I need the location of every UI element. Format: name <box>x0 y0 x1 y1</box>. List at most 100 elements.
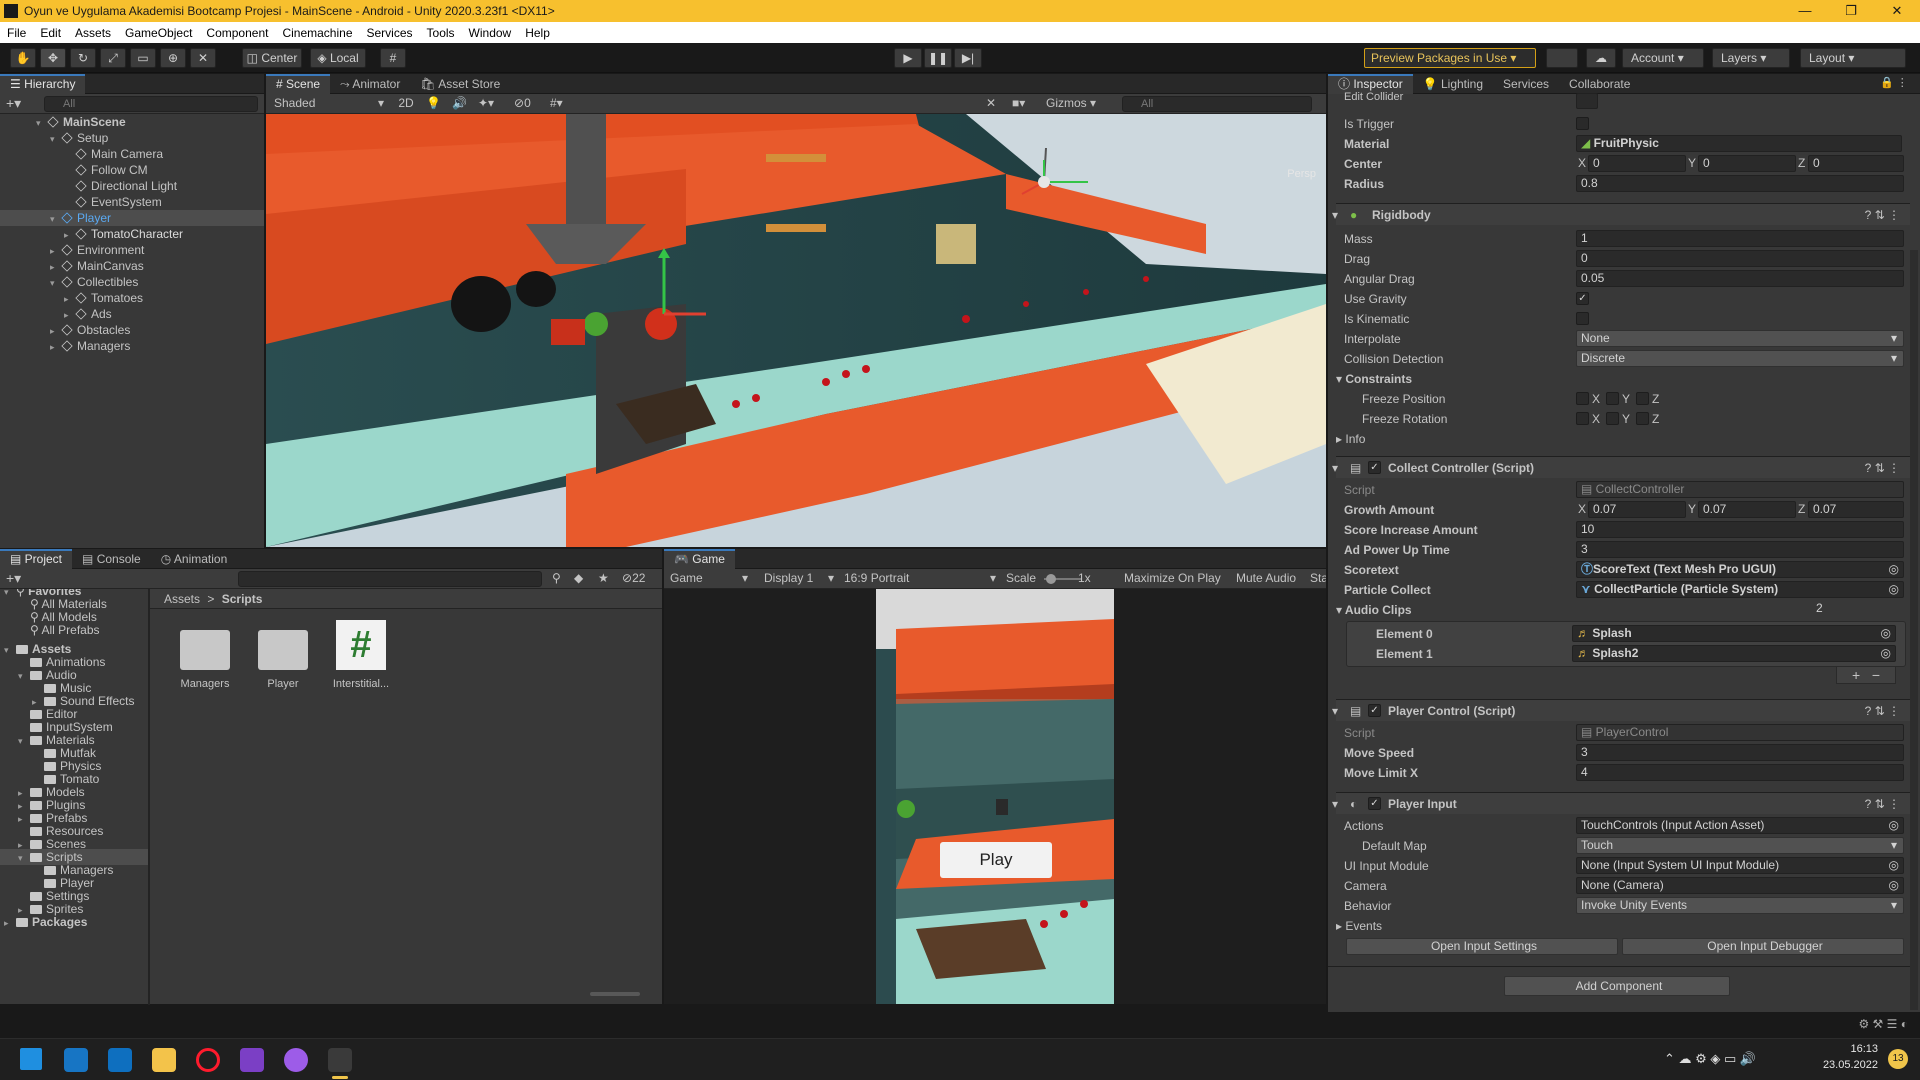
tab-collaborate[interactable]: Collaborate <box>1559 74 1640 94</box>
layout-dropdown[interactable]: Layout ▾ <box>1800 48 1906 68</box>
scoretext-field[interactable]: ⓉScoreText (Text Mesh Pro UGUI) ◎ <box>1576 561 1904 578</box>
edit-collider-button[interactable] <box>1576 93 1598 109</box>
growth-x-field[interactable]: 0.07 <box>1588 501 1686 518</box>
list-remove-button[interactable]: − <box>1872 667 1880 683</box>
audio-toggle-icon[interactable]: 🔊 <box>452 95 472 112</box>
collab-icon[interactable] <box>1546 48 1578 68</box>
hierarchy-item[interactable]: ▸ Ads <box>0 306 264 322</box>
visual-studio-icon[interactable] <box>240 1048 264 1072</box>
gizmos-dropdown[interactable]: Gizmos ▾ <box>1046 95 1108 112</box>
menu-window[interactable]: Window <box>462 26 519 40</box>
project-search-input[interactable] <box>238 571 542 587</box>
lighting-toggle-icon[interactable]: 💡 <box>426 95 446 112</box>
hierarchy-item[interactable]: EventSystem <box>0 194 264 210</box>
hierarchy-item[interactable]: ▾ Setup <box>0 130 264 146</box>
hierarchy-item[interactable]: ▾ MainScene <box>0 114 264 130</box>
widgets-icon[interactable] <box>64 1048 88 1072</box>
game-play-button[interactable]: Play <box>940 842 1052 878</box>
audio-element-1-field[interactable]: ♬ Splash2 ◎ <box>1572 645 1896 662</box>
create-asset-button[interactable]: +▾ <box>6 570 21 587</box>
inspector-scrollbar[interactable] <box>1910 250 1918 1010</box>
foldout-arrow-icon[interactable]: ▸ <box>50 323 62 339</box>
center-x-field[interactable]: 0 <box>1588 155 1686 172</box>
packages-header[interactable]: ▸ Packages <box>0 914 148 930</box>
mute-audio-toggle[interactable]: Mute Audio <box>1236 570 1296 587</box>
step-button[interactable]: ▶| <box>954 48 982 68</box>
unity-taskbar-icon[interactable] <box>328 1048 352 1072</box>
behavior-dropdown[interactable]: Invoke Unity Events ▾ <box>1576 897 1904 914</box>
hidden-objects-icon[interactable]: ⊘0 <box>514 95 544 112</box>
hierarchy-item[interactable]: ▸ Tomatoes <box>0 290 264 306</box>
store-icon[interactable] <box>108 1048 132 1072</box>
github-desktop-icon[interactable] <box>284 1048 308 1072</box>
audio-clips-count[interactable]: 2 <box>1812 601 1904 618</box>
drag-field[interactable]: 0 <box>1576 250 1904 267</box>
menu-file[interactable]: File <box>0 26 33 40</box>
ad-power-field[interactable]: 3 <box>1576 541 1904 558</box>
foldout-arrow-icon[interactable]: ▾ <box>50 211 62 227</box>
grid-toggle-icon[interactable]: #▾ <box>550 95 586 112</box>
scene-search-input[interactable]: All <box>1122 96 1312 112</box>
cloud-icon[interactable]: ☁ <box>1586 48 1616 68</box>
display-dropdown[interactable]: Display 1 ▾ <box>760 570 838 587</box>
pivot-local-button[interactable]: ◈ Local <box>310 48 366 68</box>
favorite-item[interactable]: ⚲ All Prefabs <box>0 622 148 638</box>
collision-detection-dropdown[interactable]: Discrete ▾ <box>1576 350 1904 367</box>
hierarchy-item[interactable]: ▸ TomatoCharacter <box>0 226 264 242</box>
mass-field[interactable]: 1 <box>1576 230 1904 247</box>
maximize-on-play-toggle[interactable]: Maximize On Play <box>1124 570 1221 587</box>
scale-tool-icon[interactable]: ⤢ <box>100 48 126 68</box>
scene-persp-label[interactable]: Persp <box>1287 168 1316 180</box>
rigidbody-header[interactable]: ▾ ● Rigidbody ? ⇅ ⋮ <box>1332 203 1910 225</box>
foldout-arrow-icon[interactable]: ▾ <box>36 115 48 131</box>
transform-tool-icon[interactable]: ⊕ <box>160 48 186 68</box>
freeze-rotation-x-checkbox[interactable] <box>1576 412 1589 425</box>
notification-badge[interactable]: 13 <box>1888 1049 1908 1069</box>
minimize-button[interactable]: — <box>1782 0 1828 22</box>
game-mode-dropdown[interactable]: Game ▾ <box>666 570 752 587</box>
pivot-center-button[interactable]: ◫ Center <box>242 48 302 68</box>
add-component-button[interactable]: Add Component <box>1504 976 1730 996</box>
radius-field[interactable]: 0.8 <box>1576 175 1904 192</box>
hierarchy-item[interactable]: ▸ Managers <box>0 338 264 354</box>
tab-lighting[interactable]: 💡 Lighting <box>1413 74 1493 94</box>
interpolate-dropdown[interactable]: None ▾ <box>1576 330 1904 347</box>
menu-edit[interactable]: Edit <box>33 26 68 40</box>
constraints-foldout[interactable]: ▾ Constraints <box>1336 370 1412 388</box>
hierarchy-item[interactable]: ▾ Player <box>0 210 264 226</box>
tab-services[interactable]: Services <box>1493 74 1559 94</box>
tray-icons[interactable]: ⌃ ☁ ⚙ ◈ ▭ 🔊 <box>1664 1051 1756 1067</box>
open-input-debugger-button[interactable]: Open Input Debugger <box>1622 938 1904 955</box>
is-kinematic-checkbox[interactable] <box>1576 312 1589 325</box>
component-menu-icon[interactable]: ? ⇅ ⋮ <box>1865 793 1900 815</box>
project-splitter[interactable] <box>148 589 150 1005</box>
move-limit-field[interactable]: 4 <box>1576 764 1904 781</box>
scene-viewport[interactable]: Persp <box>266 114 1326 547</box>
tab-asset-store[interactable]: 🛍 Asset Store <box>410 74 510 94</box>
scale-slider-handle[interactable] <box>1046 574 1056 584</box>
freeze-position-z-checkbox[interactable] <box>1636 392 1649 405</box>
game-viewport[interactable]: Play <box>876 589 1114 1004</box>
play-button[interactable]: ▶ <box>894 48 922 68</box>
menu-tools[interactable]: Tools <box>420 26 462 40</box>
effects-dropdown-icon[interactable]: ✦▾ <box>478 95 508 112</box>
tab-hierarchy[interactable]: ☰ Hierarchy <box>0 74 86 94</box>
center-z-field[interactable]: 0 <box>1808 155 1904 172</box>
list-add-button[interactable]: + <box>1852 667 1860 683</box>
foldout-arrow-icon[interactable]: ▸ <box>50 339 62 355</box>
filter-type-icon[interactable]: ⚲ <box>552 571 561 585</box>
component-menu-icon[interactable]: ? ⇅ ⋮ <box>1865 700 1900 722</box>
growth-y-field[interactable]: 0.07 <box>1698 501 1796 518</box>
maximize-button[interactable]: ❐ <box>1828 0 1874 22</box>
audio-clips-foldout[interactable]: ▾ Audio Clips <box>1336 601 1412 619</box>
close-button[interactable]: ✕ <box>1874 0 1920 22</box>
use-gravity-checkbox[interactable]: ✓ <box>1576 292 1589 305</box>
component-menu-icon[interactable]: ? ⇅ ⋮ <box>1865 457 1900 479</box>
growth-z-field[interactable]: 0.07 <box>1808 501 1904 518</box>
move-speed-field[interactable]: 3 <box>1576 744 1904 761</box>
hierarchy-item[interactable]: Directional Light <box>0 178 264 194</box>
asset-item[interactable]: Player <box>248 620 318 690</box>
freeze-rotation-y-checkbox[interactable] <box>1606 412 1619 425</box>
info-foldout[interactable]: ▸ Info <box>1336 430 1365 448</box>
2d-toggle[interactable]: 2D <box>394 95 418 112</box>
